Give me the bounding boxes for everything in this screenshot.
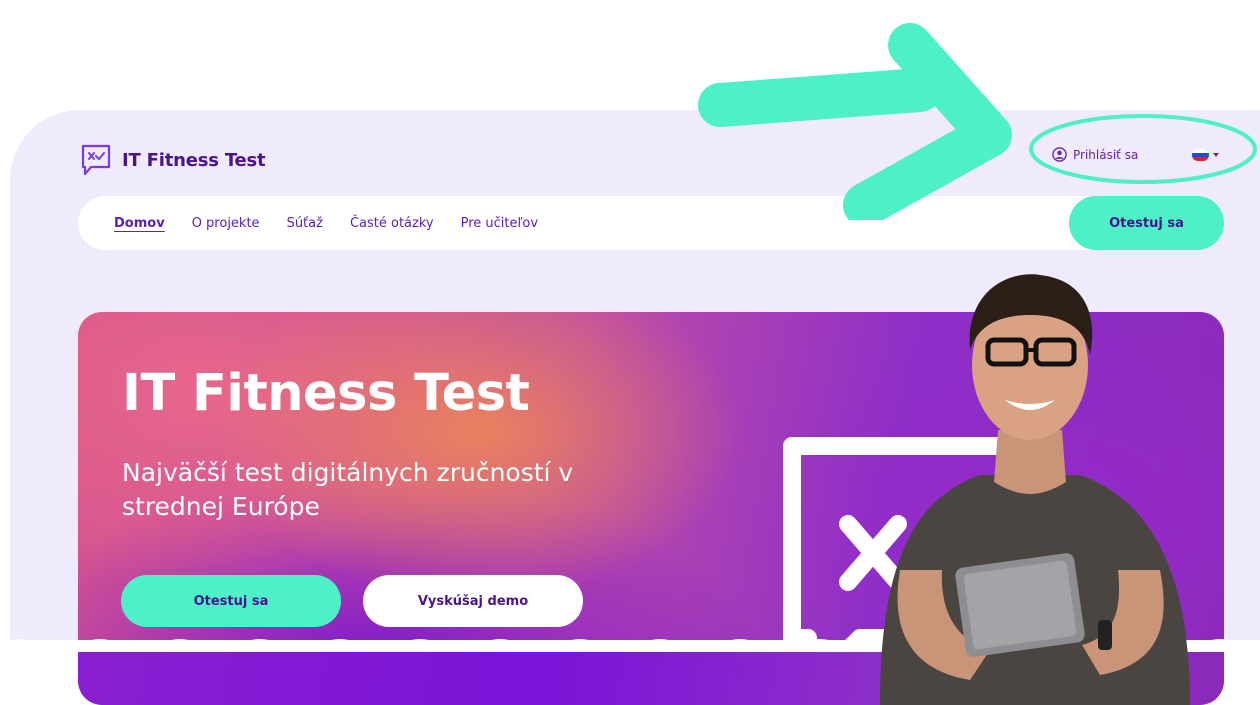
- hero-subtitle: Najväčší test digitálnych zručností v st…: [122, 458, 574, 521]
- smiling-man-photo: [880, 274, 1190, 705]
- nav-item-sutaz[interactable]: Súťaž: [287, 216, 323, 231]
- brand-logo[interactable]: IT Fitness Test: [80, 143, 266, 177]
- page: IT Fitness Test Prihlásiť sa Domov O pro…: [0, 0, 1260, 705]
- nav-item-domov[interactable]: Domov: [114, 216, 165, 231]
- annotation-arrow-icon: [698, 23, 1012, 220]
- nav-item-caste-otazky[interactable]: Časté otázky: [350, 216, 434, 231]
- brand-name: IT Fitness Test: [122, 149, 266, 171]
- hero-demo-button[interactable]: Vyskúšaj demo: [363, 575, 583, 627]
- annotation-ellipse-highlight: [1029, 114, 1257, 184]
- main-nav: Domov O projekte Súťaž Časté otázky Pre …: [78, 196, 1224, 250]
- chat-check-icon: [81, 144, 111, 176]
- nav-test-button[interactable]: Otestuj sa: [1069, 196, 1224, 250]
- nav-item-o-projekte[interactable]: O projekte: [192, 216, 260, 231]
- hero-test-button[interactable]: Otestuj sa: [121, 575, 341, 627]
- hero-title: IT Fitness Test: [122, 364, 530, 423]
- nav-item-pre-ucitelov[interactable]: Pre učiteľov: [461, 216, 538, 231]
